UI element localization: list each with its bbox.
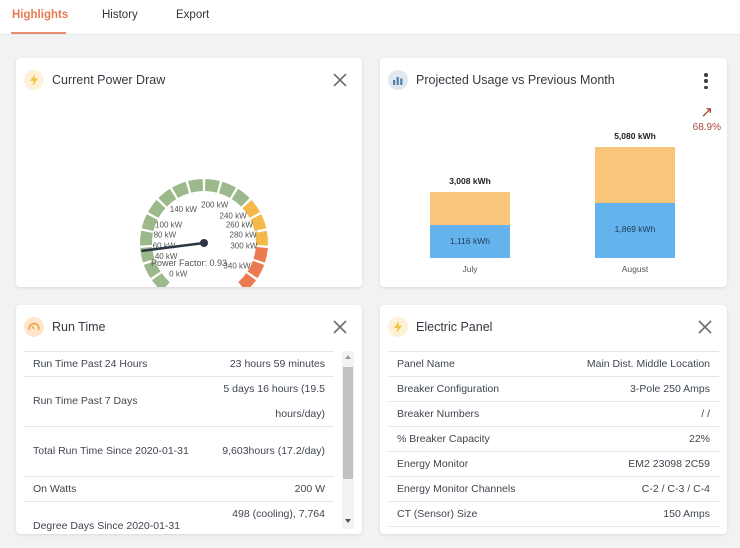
gauge-segment: [147, 200, 166, 218]
gauge-tick-label: 240 kW: [220, 212, 248, 221]
row-label: % Breaker Capacity: [397, 433, 490, 445]
scroll-thumb[interactable]: [343, 367, 353, 479]
row-label: Run Time Past 7 Days: [33, 395, 138, 407]
projected-usage-card: Projected Usage vs Previous Month ↗ 68.9…: [380, 58, 727, 287]
table-row: On Watts 200 W: [24, 477, 334, 502]
lightning-icon: [388, 317, 408, 337]
scroll-down-arrow-icon[interactable]: [345, 519, 351, 523]
close-icon[interactable]: [332, 72, 348, 88]
row-value: 23 hours 59 minutes: [229, 357, 325, 370]
run-time-table: Run Time Past 24 Hours 23 hours 59 minut…: [24, 351, 334, 534]
gauge-tick-label: 140 kW: [170, 205, 198, 214]
row-value: 9,603hours (17.2/day): [222, 445, 325, 457]
gauge-tick-label: 80 kW: [154, 231, 177, 240]
bar-previous-label: 1,869 kWh: [614, 224, 656, 235]
gauge-tick-label: 280 kW: [230, 231, 258, 240]
bar-category-label: August: [621, 264, 649, 274]
table-row: Energy Monitor Channels C-2 / C-3 / C-4: [388, 477, 719, 502]
table-row: Total Run Time Since 2020-01-31 9,603hou…: [24, 427, 334, 477]
bar-projected-july: [430, 192, 510, 226]
bar-category-label: July: [462, 264, 478, 274]
electric-panel-table: Panel Name Main Dist. Middle Location Bre…: [388, 351, 719, 527]
table-row: Run Time Past 24 Hours 23 hours 59 minut…: [24, 352, 334, 377]
power-draw-card: Current Power Draw 0 kW 40 kW 60 kW 80 kW 10…: [16, 58, 362, 287]
gauge-tick-label: 260 kW: [226, 220, 254, 229]
tab-history[interactable]: History: [102, 9, 138, 21]
bar-projected-august: [595, 147, 675, 203]
bar-total-label: 5,080 kWh: [614, 131, 656, 142]
row-label: Run Time Past 24 Hours: [33, 357, 148, 370]
gauge-segment: [140, 230, 153, 246]
tab-bar: Highlights History Export: [0, 0, 740, 35]
power-factor: Power Factor: 0.93: [150, 258, 228, 268]
row-value: Main Dist. Middle Location: [586, 358, 710, 370]
electric-panel-card: Electric Panel Panel Name Main Dist. Midd…: [380, 305, 727, 534]
row-label: Total Run Time Since 2020-01-31: [33, 445, 189, 457]
card-title: Electric Panel: [416, 320, 493, 334]
table-row: Degree Days Since 2020-01-31 498 (coolin…: [24, 502, 334, 534]
row-label: Breaker Configuration: [397, 383, 500, 395]
row-value: 498 (cooling), 7,764 (heating): [232, 508, 325, 534]
gauge-segment: [172, 181, 190, 198]
run-time-card: Run Time Run Time Past 24 Hours 23 hours…: [16, 305, 362, 534]
usage-bar-chart: 3,008 kWh 1,116 kWh July 5,080 kWh 1,869 kWh…: [380, 58, 727, 287]
row-value: 5 days 16 hours (19.5 hours/day): [223, 382, 325, 420]
card-title: Current Power Draw: [52, 73, 166, 87]
card-header: Electric Panel: [380, 305, 727, 351]
table-row: Panel Name Main Dist. Middle Location: [388, 352, 719, 377]
bar-previous-label: 1,116 kWh: [449, 235, 490, 246]
row-value: 22%: [688, 433, 710, 445]
row-label: Breaker Numbers: [397, 408, 480, 420]
tab-export[interactable]: Export: [176, 9, 209, 21]
gauge-segment: [188, 179, 203, 193]
gauge-segment: [205, 179, 220, 193]
row-value: EM2 23098 2C59: [628, 458, 710, 470]
row-label: Degree Days Since 2020-01-31: [33, 520, 181, 532]
card-header: Run Time: [16, 305, 362, 351]
row-label: CT (Sensor) Size: [397, 508, 478, 520]
row-value: 3-Pole 250 Amps: [630, 383, 710, 395]
close-icon[interactable]: [697, 319, 713, 335]
gauge-tick-label: 0 kW: [169, 270, 188, 279]
row-value: C-2 / C-3 / C-4: [641, 483, 710, 495]
table-row: Breaker Configuration 3-Pole 250 Amps: [388, 377, 719, 402]
table-row: % Breaker Capacity 22%: [388, 427, 719, 452]
table-row: CT (Sensor) Size 150 Amps: [388, 502, 719, 527]
bar-total-label: 3,008 kWh: [449, 176, 491, 187]
row-label: Energy Monitor Channels: [397, 483, 516, 495]
tab-highlights[interactable]: Highlights: [12, 9, 68, 21]
gauge-segment: [218, 181, 236, 198]
scrollbar[interactable]: [342, 351, 354, 529]
close-icon[interactable]: [332, 319, 348, 335]
gauge-icon: [24, 317, 44, 337]
table-row: Run Time Past 7 Days 5 days 16 hours (19…: [24, 377, 334, 427]
active-tab-indicator: [11, 32, 66, 34]
row-label: Energy Monitor: [397, 458, 469, 470]
row-value: 150 Amps: [663, 508, 710, 520]
lightning-icon: [24, 70, 44, 90]
row-value: 200 W: [294, 482, 325, 495]
gauge-tick-label: 100 kW: [155, 220, 183, 229]
scroll-up-arrow-icon[interactable]: [345, 355, 351, 359]
gauge-tick-label: 300 kW: [230, 241, 258, 250]
gauge-tick-label: 200 kW: [201, 200, 229, 209]
row-value: / /: [701, 408, 710, 420]
row-label: Panel Name: [397, 358, 455, 370]
card-title: Run Time: [52, 320, 106, 334]
table-row: Energy Monitor EM2 23098 2C59: [388, 452, 719, 477]
row-label: On Watts: [33, 482, 77, 495]
gauge-segment: [231, 188, 250, 207]
card-header: Current Power Draw: [16, 58, 362, 104]
table-row: Breaker Numbers / /: [388, 402, 719, 427]
gauge-needle-hub: [200, 239, 208, 247]
